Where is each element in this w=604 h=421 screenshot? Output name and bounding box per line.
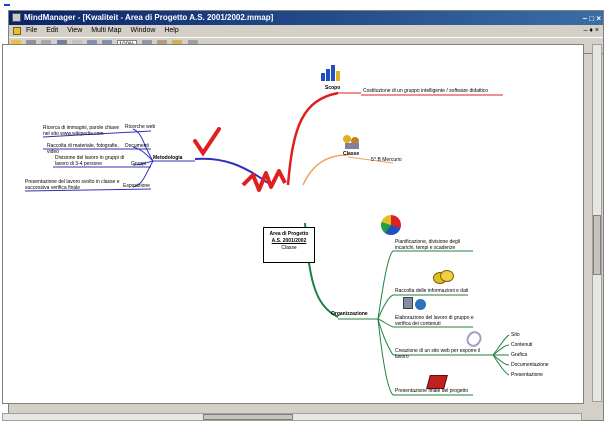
subtopic-contenuti[interactable]: Contenuti [511,342,532,348]
menu-window[interactable]: Window [131,27,156,34]
topic-scopo[interactable]: Scopo [325,85,340,91]
document-icon[interactable] [13,27,21,35]
topic-documenti-text[interactable]: Raccolta di materiale, fotografie, video [47,143,123,155]
topic-documenti[interactable]: Documenti [125,143,149,149]
scopo-branch-line [286,91,339,186]
mind-map-canvas[interactable]: Area di Progetto A.S. 2001/2002 Classe S… [2,44,584,404]
vertical-scroll-thumb[interactable] [593,215,601,275]
topic-classe-text[interactable]: 5^ B Mercurio [371,157,402,163]
classe-branch-line [302,154,349,186]
menu-file[interactable]: File [26,27,37,34]
menu-view[interactable]: View [67,27,82,34]
topic-classe[interactable]: Classe [343,151,359,157]
mind-map-connectors [24,91,510,396]
menu-help[interactable]: Help [164,27,178,34]
subtopic-presentazione[interactable]: Presentazione [511,372,543,378]
central-topic-line3: Classe [281,245,297,251]
topic-gruppi[interactable]: Gruppi [131,161,146,167]
subtopic-documentazione[interactable]: Documentazione [511,362,549,368]
book-icon [426,375,448,389]
central-topic[interactable]: Area di Progetto A.S. 2001/2002 Classe [263,227,315,263]
topic-organizzazione-item-2[interactable]: Raccolta delle informazioni e dati [395,288,475,294]
subtopic-sito[interactable]: Sito [511,332,520,338]
menu-edit[interactable]: Edit [46,27,58,34]
menu-bar: File Edit View Multi Map Window Help – ♦… [9,25,603,37]
horizontal-scroll-thumb[interactable] [203,414,293,420]
topic-ricerche-web-text[interactable]: Ricerca di immagini, parole chiave nel s… [43,125,121,137]
coins-icon [433,270,454,284]
topic-organizzazione-item-5[interactable]: Presentazione finale del progetto [395,388,475,394]
horizontal-scrollbar[interactable] [2,413,582,421]
topic-metodologia[interactable]: Metodologia [153,155,182,161]
document-window-controls[interactable]: – ♦ × [584,25,599,37]
subtopic-grafica[interactable]: Grafica [511,352,527,358]
central-topic-line1: Area di Progetto [269,231,309,237]
checkmark-icon [193,127,221,157]
menu-multi-map[interactable]: Multi Map [91,27,121,34]
topic-scopo-text[interactable]: Costituzione di un gruppo intelligente /… [363,88,488,94]
window-title: MindManager - [Kwaliteit - Area di Proge… [24,13,274,22]
vertical-scrollbar[interactable] [592,44,602,402]
topic-organizzazione-item-1[interactable]: Pianificazione, divisione degli incarich… [395,239,475,251]
pie-chart-icon [381,215,401,235]
topic-gruppi-text[interactable]: Divisione del lavoro in gruppi di lavoro… [55,155,129,167]
metodologia-branch-line [194,157,269,184]
computer-globe-icon [403,297,427,315]
topic-organizzazione[interactable]: Organizzazione [331,311,368,317]
topic-esposizione[interactable]: Esposizione [123,183,150,189]
chart-icon [321,65,341,81]
central-topic-line2: A.S. 2001/2002 [271,238,307,244]
people-icon [343,135,361,149]
center-scribble-graphic [241,169,287,192]
topic-ricerche-web[interactable]: Ricerche web [125,124,155,130]
app-icon [12,13,21,22]
topic-esposizione-text[interactable]: Presentazione del lavoro svolto in class… [25,179,121,191]
topic-organizzazione-item-3[interactable]: Elaborazione del lavoro di gruppo e veri… [395,315,475,327]
topic-organizzazione-item-4[interactable]: Creazione di un sito web per esporre il … [395,348,493,360]
focus-marker [4,4,10,6]
title-bar[interactable]: MindManager - [Kwaliteit - Area di Proge… [9,11,603,25]
window-controls[interactable]: – □ × [583,12,601,25]
